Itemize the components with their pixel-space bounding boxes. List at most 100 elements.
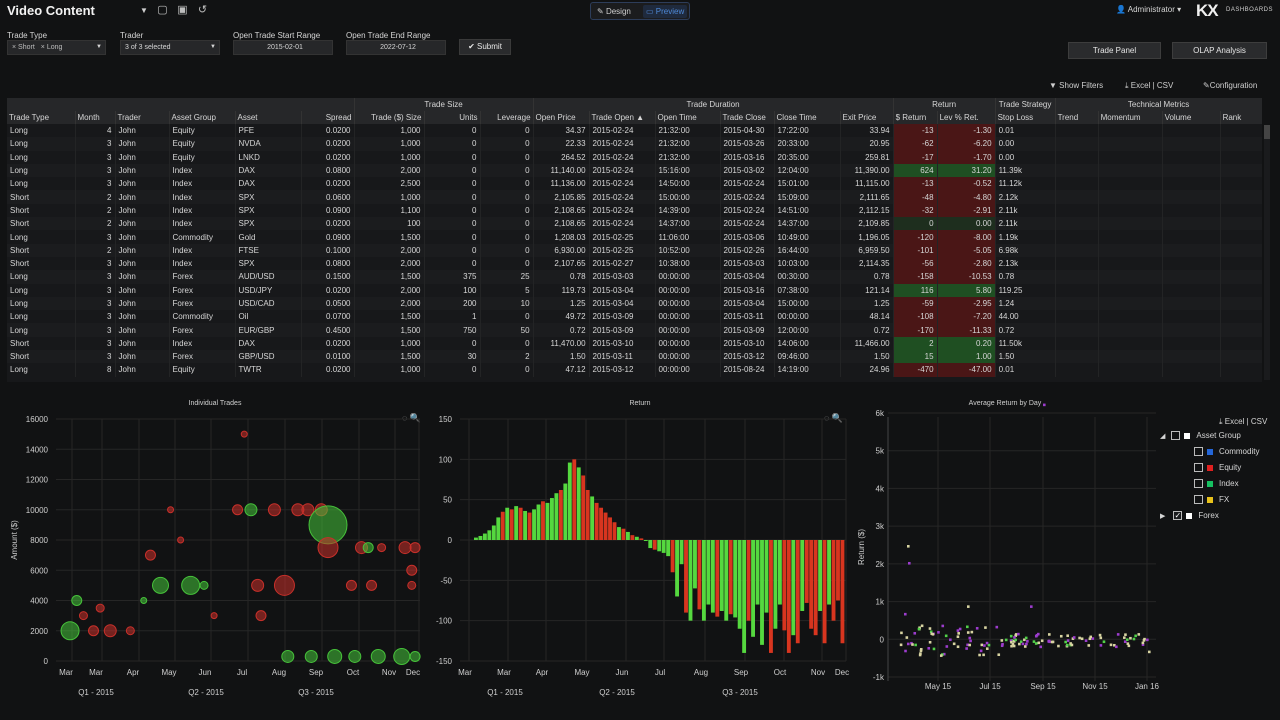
table-row[interactable]: Long 3 John Forex AUD/USD 0.1500 1,500 375 25 0.7… — [7, 270, 1262, 284]
end-range-input[interactable]: 2022-07-12 — [346, 40, 446, 55]
checkbox[interactable] — [1194, 463, 1203, 473]
checkbox-checked[interactable]: ✓ — [1173, 511, 1183, 521]
day-point — [1018, 642, 1021, 646]
column-header[interactable]: Open Price — [533, 111, 590, 124]
column-header[interactable]: Rank — [1220, 111, 1262, 124]
checkbox[interactable] — [1194, 479, 1203, 489]
table-row[interactable]: Short 2 John Index FTSE 0.1000 2,000 0 0 6,930.00… — [7, 243, 1262, 257]
undo-icon[interactable]: ↺ — [197, 5, 208, 16]
legend-item[interactable]: Index — [1194, 478, 1239, 489]
table-row[interactable]: Long 3 John Forex EUR/GBP 0.4500 1,500 750 50 0.7… — [7, 323, 1262, 337]
table-cell: 3 — [75, 296, 116, 311]
table-cell — [1098, 283, 1163, 297]
table-row[interactable]: Short 3 John Index DAX 0.0200 1,000 0 0 11,470.00… — [7, 336, 1262, 351]
table-row[interactable]: Short 2 John Index SPX 0.0900 1,100 0 0 2,108.65 2… — [7, 203, 1262, 218]
column-header[interactable]: Asset — [235, 111, 302, 124]
chip-short[interactable]: × Short — [12, 41, 35, 54]
table-cell: 10:03:00 — [774, 256, 841, 271]
day-point — [1146, 638, 1149, 642]
user-menu[interactable]: 👤 Administrator ▾ — [1116, 5, 1181, 14]
legend-group-row[interactable]: ◢ Asset Group — [1160, 430, 1241, 441]
quarter-label: Q2 - 2015 — [188, 688, 224, 697]
table-row[interactable]: Long 3 John Index DAX 0.0200 2,500 0 0 11,136.00 2… — [7, 177, 1262, 191]
column-header[interactable]: Trend — [1055, 111, 1099, 124]
trade-panel-button[interactable]: Trade Panel — [1068, 42, 1161, 59]
expand-icon[interactable]: ▶ — [1160, 513, 1165, 520]
table-cell: 0 — [424, 243, 481, 257]
grid-scrollbar-thumb[interactable] — [1264, 125, 1270, 139]
table-row[interactable]: Long 3 John Equity NVDA 0.0200 1,000 0 0 22.33 201… — [7, 137, 1262, 151]
column-header[interactable]: Close Time — [774, 111, 841, 124]
column-header[interactable]: Momentum — [1098, 111, 1163, 124]
table-row[interactable]: Short 2 John Index SPX 0.0200 100 0 0 2,108.65 201… — [7, 217, 1262, 231]
table-row[interactable]: Long 8 John Equity TWTR 0.0200 1,000 0 0 47.12 201… — [7, 363, 1262, 377]
table-row[interactable]: Long 3 John Forex USD/JPY 0.0200 2,000 100 5 119.… — [7, 283, 1262, 297]
legend-swatch — [1186, 512, 1193, 519]
table-row[interactable]: Short 2 John Index SPX 0.0600 1,000 0 0 2,105.85 2… — [7, 190, 1262, 204]
column-header[interactable]: Trade ($) Size — [354, 111, 425, 124]
checkbox[interactable] — [1171, 431, 1181, 441]
trader-select[interactable]: 3 of 3 selected ▼ — [120, 40, 220, 55]
legend-export-button[interactable]: ⤓ Excel | CSV — [1219, 416, 1267, 427]
show-filters-button[interactable]: ▼ Show Filters — [1049, 81, 1103, 90]
legend-forex-row[interactable]: ▶ ✓ Forex — [1160, 510, 1219, 521]
export-button[interactable]: ⤓ Excel | CSV — [1125, 81, 1173, 91]
column-header[interactable]: Trade Open ▲ — [589, 111, 656, 124]
table-row[interactable]: Short 3 John Index SPX 0.0800 2,000 0 0 2,107.65 2… — [7, 256, 1262, 271]
grid-scrollbar[interactable] — [1264, 125, 1270, 380]
start-range-input[interactable]: 2015-02-01 — [233, 40, 333, 55]
table-cell: 0.00 — [995, 150, 1056, 164]
column-header[interactable]: Trade Type — [7, 111, 76, 124]
y-tick-label: 4k — [876, 484, 885, 493]
table-cell: DAX — [235, 177, 302, 191]
preview-mode-button[interactable]: ▭ Preview — [643, 5, 687, 18]
design-mode-button[interactable]: ✎ Design — [597, 5, 631, 18]
column-header[interactable]: Trade Close — [720, 111, 775, 124]
column-header[interactable]: $ Return — [893, 111, 938, 124]
y-tick-label: 3k — [876, 522, 885, 531]
table-row[interactable]: Long 4 John Equity PFE 0.0200 1,000 0 0 34.37 2015… — [7, 124, 1262, 138]
table-cell: 20:35:00 — [774, 150, 841, 164]
table-row[interactable]: Long 3 John Forex USD/CAD 0.0500 2,000 200 10 1.2… — [7, 296, 1262, 311]
table-cell: DAX — [235, 163, 302, 178]
table-row[interactable]: Short 3 John Forex GBP/USD 0.0100 1,500 30 2 1.50… — [7, 350, 1262, 364]
column-header[interactable]: Lev % Ret. — [937, 111, 996, 124]
table-row[interactable]: Long 3 John Index DAX 0.0800 2,000 0 0 11,140.00 2… — [7, 163, 1262, 178]
column-header[interactable]: Exit Price — [840, 111, 894, 124]
submit-button[interactable]: ✔ Submit — [459, 39, 511, 55]
table-cell: Short — [7, 350, 76, 364]
return-bar — [594, 502, 599, 540]
chip-long[interactable]: × Long — [41, 41, 63, 54]
table-cell: -56 — [893, 256, 938, 271]
new-file-icon[interactable]: ▢ — [157, 5, 168, 16]
dashboard-menu-chevron-icon[interactable]: ▼ — [140, 6, 148, 15]
table-cell: 11.12k — [995, 177, 1056, 191]
day-point — [968, 643, 972, 647]
x-tick-label: Apr — [536, 668, 549, 677]
column-header[interactable]: Volume — [1162, 111, 1221, 124]
column-header[interactable]: Spread — [301, 111, 355, 124]
table-row[interactable]: Long 3 John Commodity Gold 0.0900 1,500 0 0 1,208… — [7, 230, 1262, 244]
quarter-label: Q3 - 2015 — [298, 688, 334, 697]
column-header[interactable]: Stop Loss — [995, 111, 1056, 124]
legend-item[interactable]: FX — [1194, 494, 1229, 505]
column-header[interactable]: Month — [75, 111, 116, 124]
column-header[interactable]: Trader — [115, 111, 170, 124]
checkbox[interactable] — [1194, 495, 1203, 505]
column-header[interactable]: Open Time — [655, 111, 721, 124]
day-point — [945, 645, 949, 648]
olap-analysis-button[interactable]: OLAP Analysis — [1172, 42, 1267, 59]
table-cell: 5 — [480, 283, 534, 297]
collapse-icon[interactable]: ◢ — [1160, 433, 1165, 440]
table-row[interactable]: Long 3 John Commodity Oil 0.0700 1,500 1 0 49.72 2… — [7, 310, 1262, 324]
legend-item[interactable]: Equity — [1194, 462, 1241, 473]
legend-item[interactable]: Commodity — [1194, 446, 1259, 457]
column-header[interactable]: Leverage — [480, 111, 534, 124]
save-icon[interactable]: ▣ — [177, 5, 188, 16]
table-row[interactable]: Long 3 John Equity LNKD 0.0200 1,000 0 0 264.52 20… — [7, 150, 1262, 164]
column-header[interactable]: Units — [424, 111, 481, 124]
checkbox[interactable] — [1194, 447, 1203, 457]
configuration-button[interactable]: ✎Configuration — [1203, 81, 1257, 90]
trade-type-select[interactable]: × Short × Long ▼ — [7, 40, 106, 55]
column-header[interactable]: Asset Group — [169, 111, 236, 124]
